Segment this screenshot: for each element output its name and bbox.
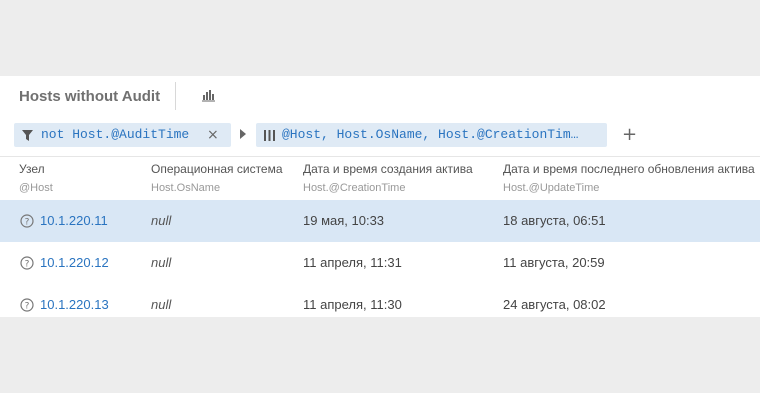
columns-chip[interactable]: @Host, Host.OsName, Host.@CreationTim… [256, 123, 607, 147]
host-link[interactable]: 10.1.220.12 [40, 255, 109, 270]
updated-value: 24 августа, 08:02 [503, 297, 606, 312]
table-row[interactable]: ? 10.1.220.13 null 11 апреля, 11:30 24 а… [0, 284, 760, 317]
host-link[interactable]: 10.1.220.11 [40, 213, 108, 228]
question-circle-icon: ? [20, 214, 34, 228]
filter-icon [22, 130, 33, 141]
column-field: Host.@CreationTime [303, 182, 406, 194]
svg-text:?: ? [25, 260, 30, 270]
os-value: null [151, 213, 172, 228]
query-panel: Hosts without Audit not Host.@AuditTime … [0, 76, 760, 317]
column-field: Host.@UpdateTime [503, 182, 600, 194]
query-header: Hosts without Audit [0, 76, 760, 116]
column-field: Host.OsName [151, 182, 221, 194]
table-row[interactable]: ? 10.1.220.12 null 11 апреля, 11:31 11 а… [0, 242, 760, 284]
table-row[interactable]: ? 10.1.220.11 null 19 мая, 10:33 18 авгу… [0, 200, 760, 242]
query-title: Hosts without Audit [19, 88, 161, 105]
updated-value: 11 августа, 20:59 [503, 255, 605, 270]
filter-expression: not Host.@AuditTime [41, 127, 190, 142]
column-title: Дата и время последнего обновления актив… [503, 162, 755, 176]
column-title: Дата и время создания актива [303, 162, 473, 176]
chevron-right-icon[interactable] [240, 129, 246, 139]
svg-text:?: ? [25, 302, 30, 312]
svg-text:?: ? [25, 218, 30, 228]
columns-expression: @Host, Host.OsName, Host.@CreationTim… [282, 127, 579, 142]
plus-icon[interactable]: + [622, 124, 637, 145]
filter-chip[interactable]: not Host.@AuditTime × [14, 123, 231, 147]
title-divider [175, 82, 176, 110]
created-value: 11 апреля, 11:31 [303, 255, 402, 270]
created-value: 19 мая, 10:33 [303, 213, 385, 228]
question-circle-icon: ? [20, 256, 34, 270]
host-link[interactable]: 10.1.220.13 [40, 297, 109, 312]
close-icon[interactable]: × [207, 123, 219, 147]
os-value: null [151, 297, 172, 312]
question-circle-icon: ? [20, 298, 34, 312]
columns-icon [264, 130, 275, 141]
column-title: Операционная система [151, 162, 283, 176]
bar-chart-icon[interactable] [202, 89, 216, 102]
created-value: 11 апреля, 11:30 [303, 297, 402, 312]
updated-value: 18 августа, 06:51 [503, 213, 606, 228]
os-value: null [151, 255, 172, 270]
table-header: Узел @Host Операционная система Host.OsN… [0, 156, 760, 200]
column-field: @Host [19, 182, 53, 194]
column-title: Узел [19, 162, 45, 176]
